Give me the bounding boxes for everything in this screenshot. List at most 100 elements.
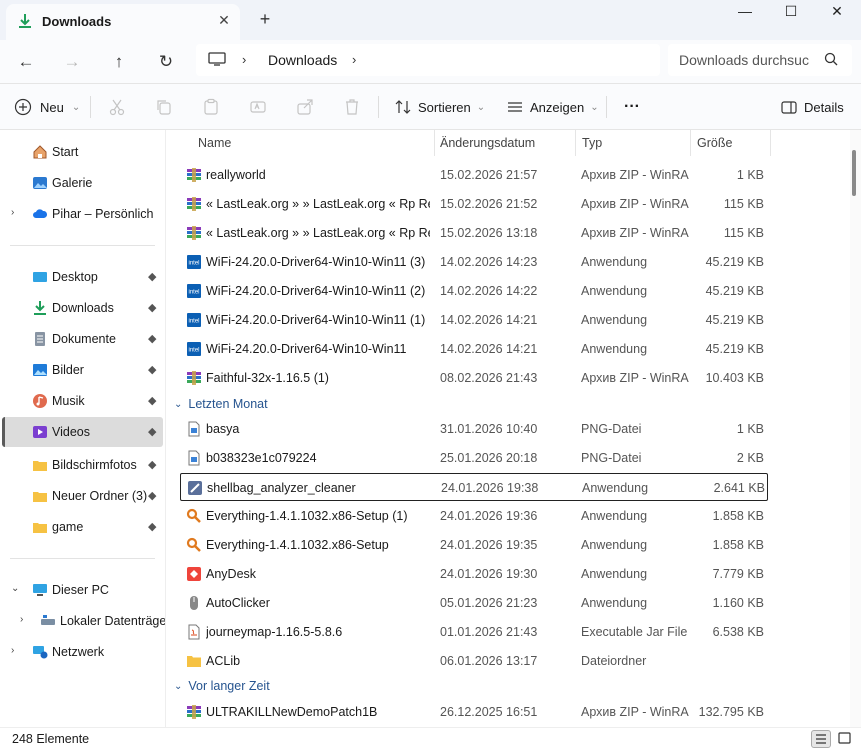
file-row[interactable]: Everything-1.4.1.1032.x86-Setup (1) 24.01…: [180, 502, 768, 530]
sidebar-item-screenshots[interactable]: Bildschirmfotos ◆: [2, 450, 163, 480]
delete-icon[interactable]: [343, 98, 361, 116]
sidebar-item-gallery[interactable]: Galerie: [2, 168, 163, 198]
sidebar-item-new-folder[interactable]: Neuer Ordner (3) ◆: [2, 481, 163, 511]
file-row[interactable]: b038323e1c079224 25.01.2026 20:18 PNG-Date…: [180, 444, 768, 472]
up-button[interactable]: ↑: [107, 50, 131, 74]
file-row[interactable]: « LastLeak.org » » LastLeak.org « Rp Rea…: [180, 219, 768, 247]
sidebar-item-game[interactable]: game ◆: [2, 512, 163, 542]
file-row[interactable]: intel WiFi-24.20.0-Driver64-Win10-Win11 (…: [180, 306, 768, 334]
pin-icon[interactable]: ◆: [148, 520, 160, 533]
sidebar-item-desktop[interactable]: Desktop ◆: [2, 262, 163, 292]
details-label: Details: [804, 99, 844, 115]
file-row[interactable]: AutoClicker 05.01.2026 21:23 Anwendung 1.16…: [180, 589, 768, 617]
details-button[interactable]: Details: [780, 94, 844, 120]
pin-icon[interactable]: ◆: [148, 301, 160, 314]
network-icon: [33, 646, 48, 659]
file-size: 115 KB: [723, 197, 764, 211]
sidebar-item-network[interactable]: › Netzwerk: [2, 637, 163, 667]
sidebar-item-label: Desktop: [52, 270, 98, 284]
forward-button[interactable]: →: [60, 50, 84, 74]
search-placeholder[interactable]: Downloads durchsuchen: [679, 52, 809, 68]
pin-icon[interactable]: ◆: [148, 394, 160, 407]
file-row[interactable]: Faithful-32x-1.16.5 (1) 08.02.2026 21:43 А…: [180, 364, 768, 392]
pin-icon[interactable]: ◆: [148, 363, 160, 376]
sidebar-item-music[interactable]: Musik ◆: [2, 386, 163, 416]
more-options-button[interactable]: ···: [624, 94, 640, 120]
sidebar-item-label: Videos: [52, 425, 90, 439]
file-row[interactable]: ACLib 06.01.2026 13:17 Dateiordner: [180, 647, 768, 675]
tab-title: Downloads: [42, 14, 112, 29]
share-icon[interactable]: [296, 98, 314, 116]
file-row[interactable]: « LastLeak.org » » LastLeak.org « Rp Rea…: [180, 190, 768, 218]
column-header-date[interactable]: Änderungsdatum: [440, 130, 535, 156]
column-header-size[interactable]: Größe: [697, 130, 732, 156]
file-name: Faithful-32x-1.16.5 (1): [206, 371, 329, 385]
pin-icon[interactable]: ◆: [148, 489, 160, 502]
group-header-long-ago[interactable]: ⌄ Vor langer Zeit: [174, 676, 270, 696]
scrollbar-thumb[interactable]: [852, 150, 856, 196]
file-type: Anwendung: [581, 313, 648, 327]
paste-icon[interactable]: [202, 98, 220, 116]
breadcrumb[interactable]: › Downloads ›: [196, 44, 660, 76]
sidebar-item-pictures[interactable]: Bilder ◆: [2, 355, 163, 385]
breadcrumb-chevron[interactable]: ›: [242, 52, 246, 67]
sidebar-item-this-pc[interactable]: ⌄ Dieser PC: [2, 575, 163, 605]
tab-downloads[interactable]: Downloads ✕: [6, 4, 240, 40]
file-row[interactable]: reallyworld 15.02.2026 21:57 Архив ZIP - W…: [180, 161, 768, 189]
tab-close-button[interactable]: ✕: [216, 12, 232, 28]
sidebar-item-documents[interactable]: Dokumente ◆: [2, 324, 163, 354]
search-icon[interactable]: [824, 52, 838, 66]
maximize-button[interactable]: ☐: [768, 0, 814, 24]
file-row[interactable]: basya 31.01.2026 10:40 PNG-Datei 1 KB: [180, 415, 768, 443]
file-row[interactable]: intel WiFi-24.20.0-Driver64-Win10-Win11 14…: [180, 335, 768, 363]
close-window-button[interactable]: ✕: [814, 0, 860, 24]
expand-icon[interactable]: ›: [11, 207, 14, 218]
column-header-name[interactable]: Name: [198, 130, 231, 156]
pin-icon[interactable]: ◆: [148, 458, 160, 471]
breadcrumb-chevron[interactable]: ›: [352, 52, 356, 67]
tiles-view-button[interactable]: [836, 730, 856, 748]
file-row[interactable]: intel WiFi-24.20.0-Driver64-Win10-Win11 (…: [180, 277, 768, 305]
collapse-icon[interactable]: ⌄: [11, 583, 19, 594]
expand-icon[interactable]: ›: [20, 614, 23, 625]
pin-icon[interactable]: ◆: [148, 425, 160, 438]
sidebar-item-start[interactable]: Start: [2, 137, 163, 167]
png-file-icon: [186, 421, 202, 437]
minimize-button[interactable]: —: [722, 0, 768, 24]
folder-icon: [33, 523, 47, 533]
refresh-button[interactable]: ↻: [154, 50, 178, 74]
file-size: 1.858 KB: [712, 509, 764, 523]
sidebar-item-onedrive[interactable]: › Pihar – Persönlich: [2, 199, 163, 229]
pictures-icon: [33, 364, 47, 376]
back-button[interactable]: ←: [14, 50, 38, 74]
sidebar-item-downloads[interactable]: Downloads ◆: [2, 293, 163, 323]
details-view-button[interactable]: [811, 730, 831, 748]
new-tab-button[interactable]: +: [256, 10, 274, 28]
sidebar-item-local-disk[interactable]: › Lokaler Datenträger: [2, 606, 165, 636]
file-row[interactable]: shellbag_analyzer_cleaner 24.01.2026 19:3…: [180, 473, 768, 501]
sidebar-item-videos[interactable]: Videos ◆: [2, 417, 163, 447]
column-header-type[interactable]: Typ: [582, 130, 602, 156]
file-size: 45.219 KB: [705, 284, 764, 298]
file-row[interactable]: journeymap-1.16.5-5.8.6 01.01.2026 21:43 E…: [180, 618, 768, 646]
pin-icon[interactable]: ◆: [148, 332, 160, 345]
rename-icon[interactable]: [249, 98, 267, 116]
sort-button[interactable]: Sortieren ⌄: [394, 94, 485, 120]
breadcrumb-current[interactable]: Downloads: [268, 52, 337, 68]
vertical-scrollbar[interactable]: [850, 130, 861, 727]
file-row[interactable]: ULTRAKILLNewDemoPatch1B 26.12.2025 16:51 А…: [180, 698, 768, 726]
new-button[interactable]: Neu ⌄: [14, 94, 80, 120]
file-size: 2 KB: [736, 451, 764, 465]
file-row[interactable]: intel WiFi-24.20.0-Driver64-Win10-Win11 (…: [180, 248, 768, 276]
search-box[interactable]: Downloads durchsuchen: [668, 44, 852, 76]
file-name: reallyworld: [206, 168, 266, 182]
file-row[interactable]: AnyDesk 24.01.2026 19:30 Anwendung 7.779 KB: [180, 560, 768, 588]
cut-icon[interactable]: [108, 98, 126, 116]
view-button[interactable]: Anzeigen ⌄: [506, 94, 599, 120]
group-header-last-month[interactable]: ⌄ Letzten Monat: [174, 394, 268, 414]
expand-icon[interactable]: ›: [11, 645, 14, 656]
pin-icon[interactable]: ◆: [148, 270, 160, 283]
sidebar-item-label: Dieser PC: [52, 583, 109, 597]
file-row[interactable]: Everything-1.4.1.1032.x86-Setup 24.01.202…: [180, 531, 768, 559]
copy-icon[interactable]: [155, 98, 173, 116]
